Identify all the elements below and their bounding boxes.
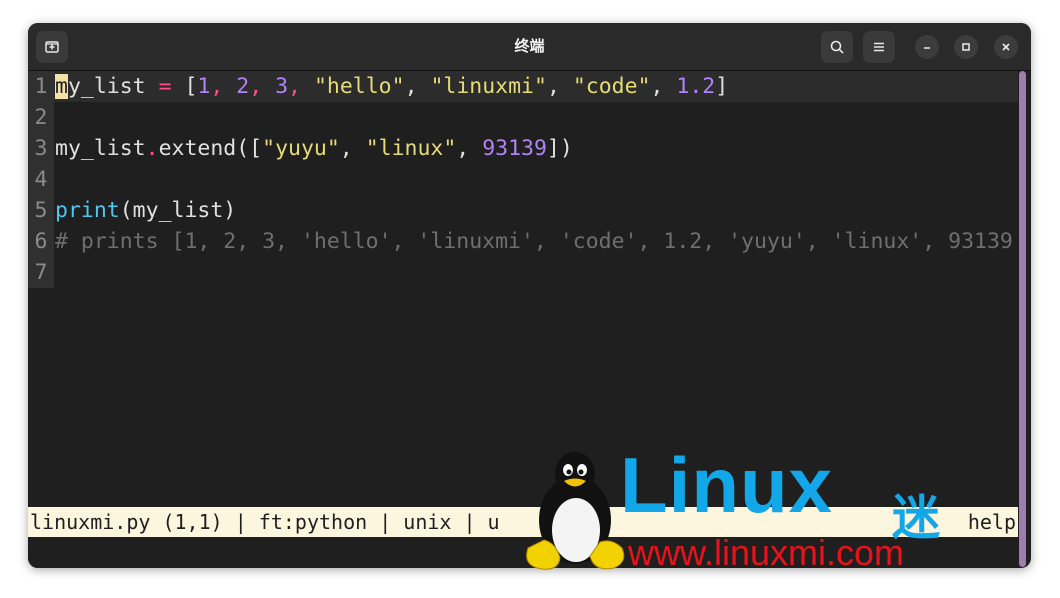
code-token: , [650, 74, 677, 99]
code-token: print [55, 198, 120, 223]
line-number: 2 [28, 102, 54, 133]
linuxmi-watermark: Linux 迷 www.linuxmi.com [520, 441, 960, 573]
minimize-button[interactable] [915, 35, 939, 59]
code-comment: # prints [1, 2, 3, 'hello', 'linuxmi', '… [55, 229, 1013, 254]
code-line-6[interactable]: 6 # prints [1, 2, 3, 'hello', 'linuxmi',… [28, 226, 1018, 257]
code-token: , [456, 136, 483, 161]
line-number: 1 [28, 71, 54, 102]
hamburger-menu-icon [874, 42, 884, 52]
code-token: , [339, 136, 366, 161]
code-token: "code" [572, 74, 651, 99]
code-line-7[interactable]: 7 [28, 257, 1018, 288]
search-button[interactable] [821, 31, 853, 63]
menu-button[interactable] [863, 31, 895, 63]
code-token: 1 [197, 74, 211, 99]
code-token: "linux" [365, 136, 457, 161]
search-icon [830, 40, 844, 54]
code-line-1[interactable]: 1 my_list = [1, 2, 3, "hello", "linuxmi"… [28, 71, 1018, 102]
close-icon [1002, 43, 1010, 51]
code-token: . [145, 136, 159, 161]
status-help: help [967, 510, 1016, 534]
text-cursor: m [55, 74, 68, 99]
code-token: y_list [67, 74, 159, 99]
watermark-brand: Linux [620, 441, 833, 529]
line-number: 7 [28, 257, 54, 288]
line-number: 3 [28, 133, 54, 164]
code-token: my_list [55, 136, 146, 161]
code-token: ] [715, 74, 729, 99]
code-token: "linuxmi" [430, 74, 547, 99]
line-number: 5 [28, 195, 54, 226]
watermark-url: www.linuxmi.com [628, 532, 905, 573]
code-line-3[interactable]: 3 my_list.extend(["yuyu", "linux", 93139… [28, 133, 1018, 164]
code-token: , [546, 74, 573, 99]
code-token: , [404, 74, 431, 99]
scrollbar[interactable] [1019, 71, 1026, 567]
tux-penguin-logo [526, 452, 625, 570]
maximize-button[interactable] [954, 35, 978, 59]
code-token: extend([ [158, 136, 263, 161]
maximize-icon [962, 43, 970, 51]
title-bar: 终端 [28, 23, 1031, 71]
line-number: 4 [28, 164, 54, 195]
code-token: , [288, 74, 301, 99]
code-line-4[interactable]: 4 [28, 164, 1018, 195]
code-token: = [158, 74, 172, 99]
code-token: (my_list) [119, 198, 237, 223]
close-button[interactable] [994, 35, 1018, 59]
code-token: 2 [223, 74, 250, 99]
code-token: "hello" [301, 74, 405, 99]
code-token: , [249, 74, 263, 99]
code-token: 93139 [482, 136, 547, 161]
vim-editor[interactable]: 1 my_list = [1, 2, 3, "hello", "linuxmi"… [28, 71, 1018, 507]
minimize-icon [924, 47, 930, 49]
code-token: , [210, 74, 224, 99]
code-token: 3 [262, 74, 289, 99]
code-line-5[interactable]: 5 print(my_list) [28, 195, 1018, 226]
code-token: 1.2 [676, 74, 716, 99]
code-token: [ [171, 74, 198, 99]
code-token: ]) [546, 136, 573, 161]
code-line-2[interactable]: 2 [28, 102, 1018, 133]
line-number: 6 [28, 226, 54, 257]
code-token: "yuyu" [262, 136, 340, 161]
status-file-info: linuxmi.py (1,1) | ft:python | unix | u [30, 510, 500, 534]
